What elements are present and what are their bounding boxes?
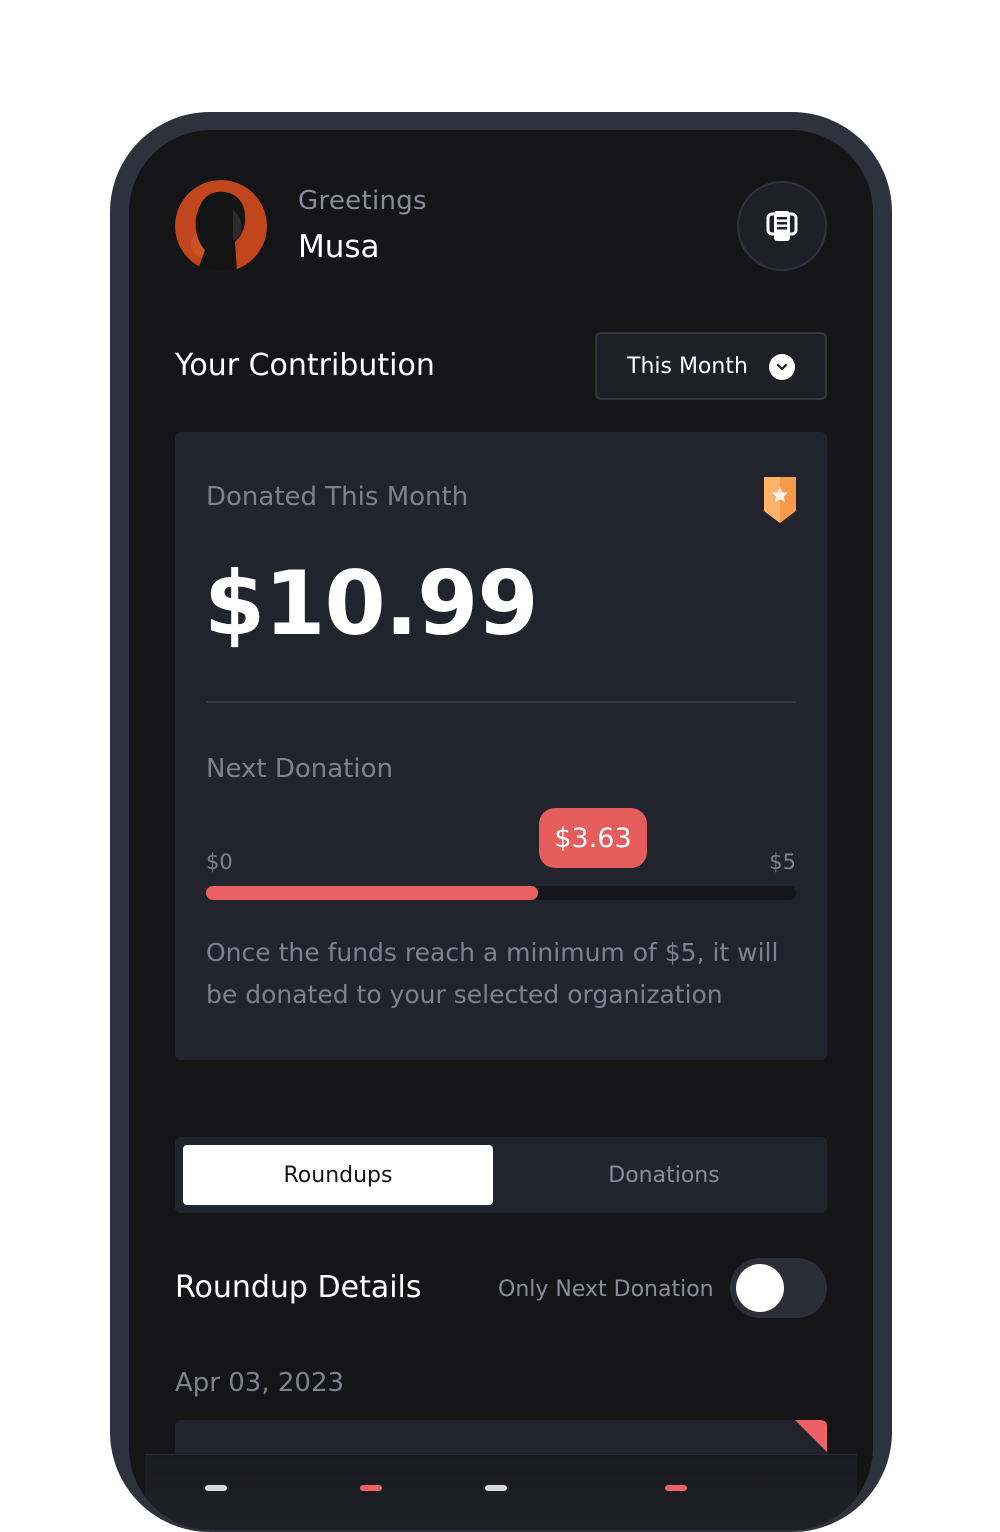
roundup-details-title: Roundup Details	[175, 1270, 422, 1305]
nav-item-activity[interactable]	[360, 1485, 382, 1491]
progress-bar	[206, 886, 796, 900]
nav-item-home[interactable]	[205, 1485, 227, 1491]
receipt-icon	[766, 211, 798, 241]
section-title: Your Contribution	[175, 348, 435, 383]
progress-bar-fill	[206, 886, 539, 900]
next-donation-label: Next Donation	[206, 754, 393, 784]
donation-summary-card: Donated This Month $10.99 Next Donation …	[175, 432, 827, 1060]
avatar[interactable]	[175, 180, 267, 272]
app-screen: Greetings Musa Your Contribution This Mo…	[129, 130, 873, 1530]
toggle-label: Only Next Donation	[498, 1277, 714, 1302]
user-name: Musa	[298, 229, 380, 265]
receipt-button[interactable]	[737, 181, 827, 271]
tab-donations[interactable]: Donations	[509, 1145, 819, 1205]
corner-flag-icon	[795, 1420, 827, 1452]
donated-label: Donated This Month	[206, 482, 469, 512]
tab-roundups[interactable]: Roundups	[183, 1145, 493, 1205]
bottom-nav	[145, 1454, 857, 1530]
only-next-donation-toggle[interactable]	[730, 1258, 827, 1318]
progress-min-label: $0	[206, 850, 233, 874]
toggle-knob	[736, 1264, 784, 1312]
divider	[206, 701, 796, 703]
progress-value-tooltip: $3.63	[539, 808, 647, 868]
tab-bar: Roundups Donations	[175, 1137, 827, 1213]
star-badge-icon	[764, 477, 796, 523]
period-select[interactable]: This Month	[595, 332, 827, 400]
donation-note: Once the funds reach a minimum of $5, it…	[206, 938, 779, 1009]
donated-amount: $10.99	[204, 552, 539, 655]
greeting-label: Greetings	[298, 186, 427, 216]
nav-item-profile[interactable]	[665, 1485, 687, 1491]
nav-item-wallet[interactable]	[485, 1485, 507, 1491]
period-select-value: This Month	[627, 353, 748, 379]
progress-max-label: $5	[769, 850, 796, 874]
date-label: Apr 03, 2023	[175, 1368, 345, 1398]
chevron-down-icon	[769, 354, 795, 380]
